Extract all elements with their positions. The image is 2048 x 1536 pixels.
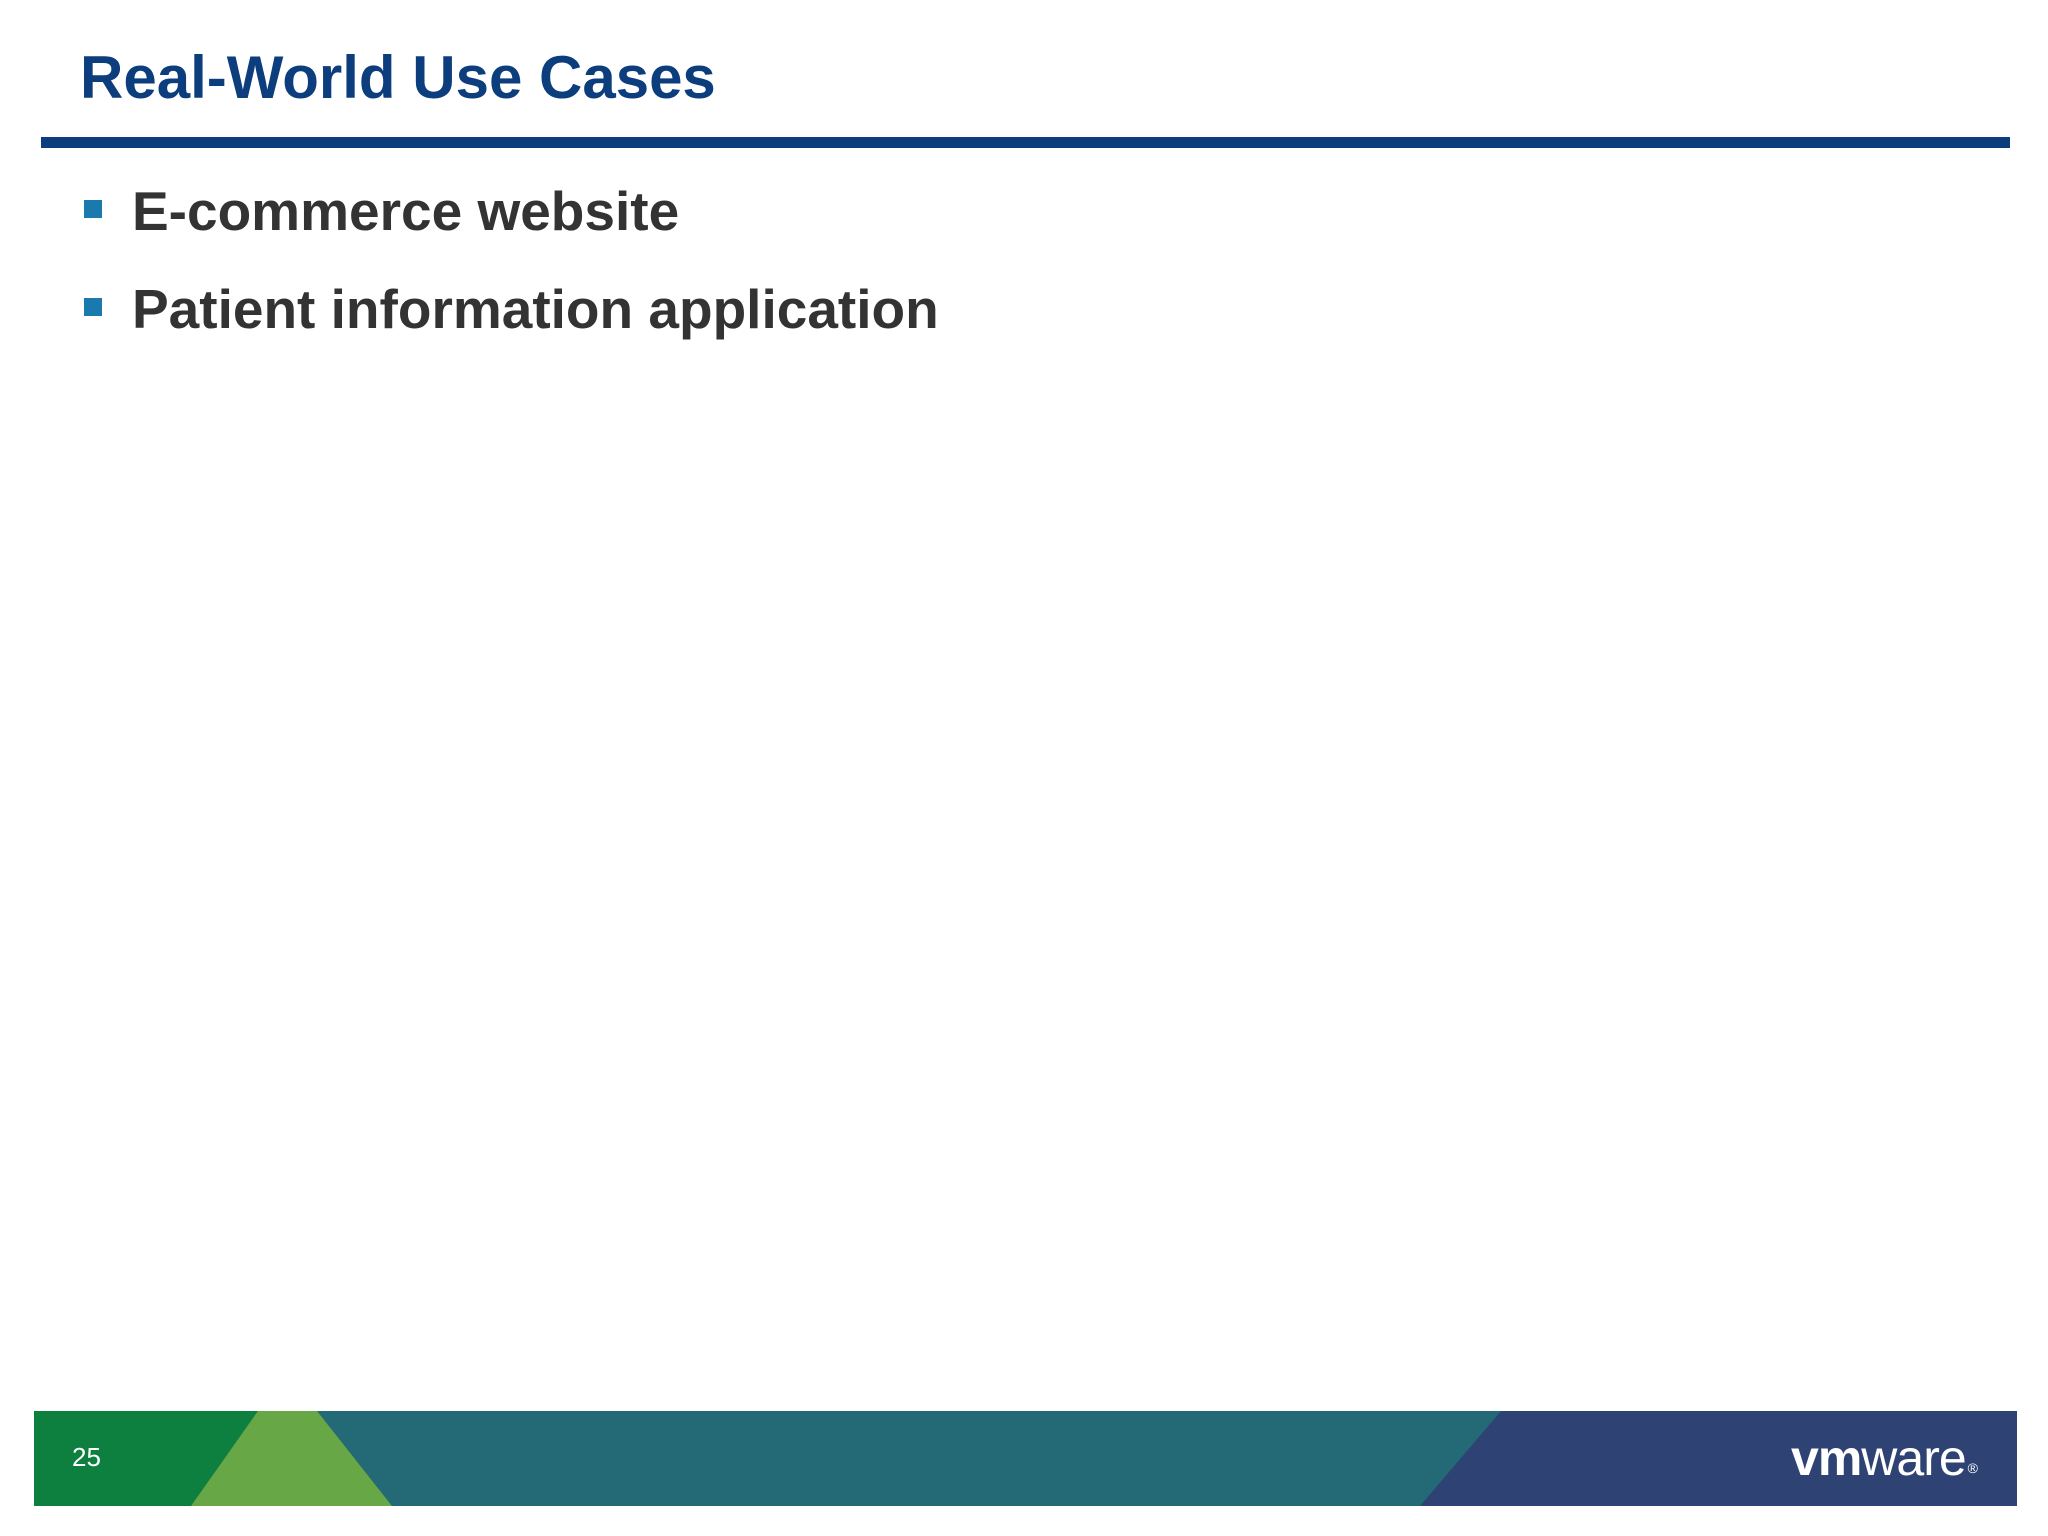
bullet-item: Patient information application [84,276,939,374]
footer-band: 25 vmware ® [34,1411,2017,1506]
registered-mark: ® [1967,1460,1978,1476]
bullet-item: E-commerce website [84,178,939,276]
title-divider [41,137,2010,148]
logo-part-ware: ware [1861,1430,1966,1486]
square-bullet-icon [84,200,102,218]
logo-part-vm: vm [1791,1430,1862,1486]
slide: Real-World Use Cases E-commerce website … [0,0,2048,1536]
bullet-list: E-commerce website Patient information a… [84,178,939,374]
page-number: 25 [72,1442,101,1472]
bullet-text: E-commerce website [132,180,680,242]
bullet-text: Patient information application [132,278,939,340]
slide-title: Real-World Use Cases [80,44,716,111]
vmware-logo: vmware ® [1791,1428,1978,1488]
square-bullet-icon [84,298,102,316]
footer-graphic [34,1411,2017,1506]
